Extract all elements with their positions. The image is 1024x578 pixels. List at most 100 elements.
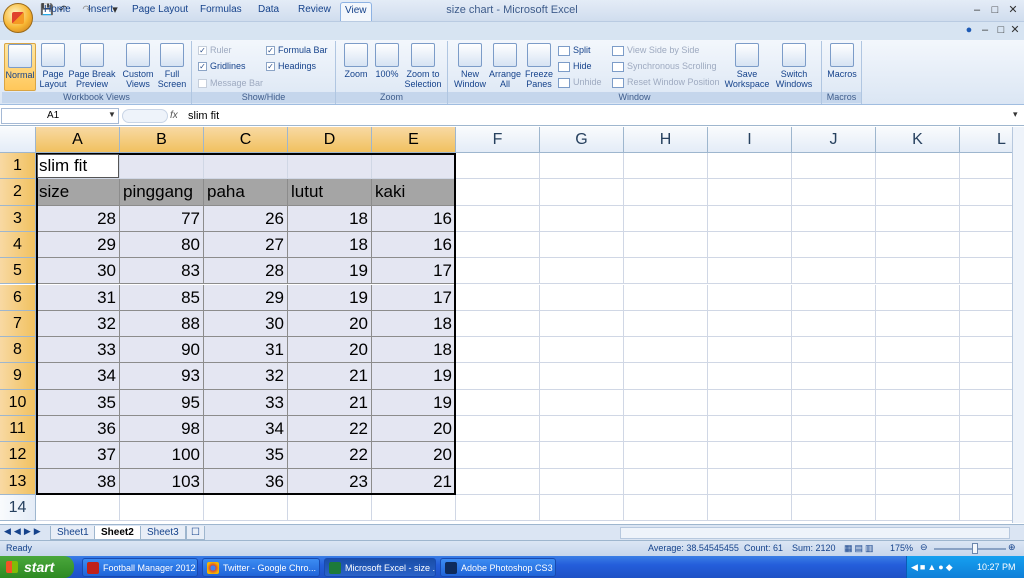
data-cell[interactable]: 22 [288,442,372,469]
cell[interactable] [456,205,540,232]
cell[interactable] [708,468,792,495]
data-cell[interactable]: 83 [120,258,204,285]
column-header-g[interactable]: G [540,127,624,153]
task-chrome[interactable]: Twitter - Google Chro... [202,558,320,577]
cell[interactable] [876,442,960,469]
cell[interactable] [708,494,792,522]
cell[interactable] [456,284,540,311]
cell[interactable] [792,231,876,259]
data-cell[interactable]: 22 [288,416,372,443]
cell[interactable] [204,153,288,180]
tab-data[interactable]: Data [254,2,283,18]
data-cell[interactable]: 29 [36,231,120,259]
freeze-panes-button[interactable]: Freeze Panes [522,43,556,91]
cell[interactable] [876,310,960,338]
cell[interactable] [540,258,624,285]
data-cell[interactable]: 21 [288,363,372,390]
unhide-button[interactable]: Unhide [558,75,602,89]
cell[interactable] [456,442,540,469]
row-header-12[interactable]: 12 [0,442,36,469]
column-header-e[interactable]: E [372,127,456,153]
cell[interactable] [624,442,708,469]
column-header-d[interactable]: D [288,127,372,153]
tab-review[interactable]: Review [294,2,335,18]
message-bar-checkbox[interactable]: Message Bar [198,77,263,90]
data-cell[interactable]: 21 [288,389,372,416]
cell[interactable] [960,206,1012,232]
cell[interactable] [540,442,624,469]
new-window-button[interactable]: New Window [452,43,488,91]
cell[interactable] [960,390,1012,416]
ruler-checkbox[interactable]: ✓ Ruler [198,44,232,57]
page-layout-view-button[interactable]: Page Layout [38,43,68,91]
cell[interactable] [876,389,960,416]
cell[interactable] [540,389,624,416]
column-header-k[interactable]: K [876,127,960,153]
insert-function-button[interactable]: fx [170,108,184,124]
data-cell[interactable]: 16 [372,231,456,259]
cell[interactable] [540,231,624,259]
cell[interactable] [960,179,1012,206]
tab-formulas[interactable]: Formulas [196,2,246,18]
data-cell[interactable]: 30 [36,258,120,285]
cell[interactable] [876,468,960,495]
data-cell[interactable]: 20 [372,416,456,443]
data-cell[interactable]: 27 [204,231,288,259]
cell[interactable] [792,389,876,416]
cell[interactable] [792,442,876,469]
cell[interactable] [708,363,792,390]
cell[interactable] [708,205,792,232]
name-box-dropdown-icon[interactable]: ▼ [108,110,116,119]
cell[interactable] [708,416,792,443]
data-cell[interactable]: 34 [36,363,120,390]
cell[interactable] [792,310,876,338]
row-header-4[interactable]: 4 [0,231,36,259]
data-cell[interactable]: 18 [372,310,456,338]
cell[interactable] [624,153,708,180]
cell[interactable] [624,363,708,390]
data-cell[interactable]: 17 [372,284,456,311]
zoom-100-button[interactable]: 100% [372,43,402,91]
data-cell[interactable]: 28 [36,205,120,232]
row-header-3[interactable]: 3 [0,205,36,232]
cell[interactable] [456,310,540,338]
vertical-scrollbar[interactable] [1012,127,1024,523]
cell[interactable] [624,389,708,416]
data-cell[interactable]: 29 [204,284,288,311]
name-box[interactable]: A1 [1,108,119,124]
minimize-icon[interactable]: – [968,2,986,18]
row-header-11[interactable]: 11 [0,416,36,443]
custom-views-button[interactable]: Custom Views [120,43,156,91]
cell[interactable] [792,258,876,285]
column-header-c[interactable]: C [204,127,288,153]
save-workspace-button[interactable]: Save Workspace [724,43,770,91]
cell[interactable] [540,284,624,311]
row-header-1[interactable]: 1 [0,153,36,180]
full-screen-button[interactable]: Full Screen [156,43,188,91]
cell[interactable] [624,205,708,232]
cell[interactable] [624,284,708,311]
column-header-b[interactable]: B [120,127,204,153]
column-header-l[interactable]: L [960,127,1012,153]
formula-bar-splitter[interactable] [122,109,168,123]
page-break-preview-button[interactable]: Page Break Preview [68,43,116,91]
data-cell[interactable]: 20 [288,310,372,338]
tab-insert[interactable]: Insert [84,2,117,18]
cell[interactable] [456,153,540,180]
cell[interactable] [456,468,540,495]
cell[interactable] [960,442,1012,469]
cell[interactable] [792,153,876,180]
task-photoshop[interactable]: Adobe Photoshop CS3 [440,558,556,577]
cell[interactable] [708,231,792,259]
cell[interactable] [792,205,876,232]
cell[interactable] [624,416,708,443]
row-header-7[interactable]: 7 [0,310,36,338]
cell[interactable] [624,231,708,259]
view-buttons-icon[interactable]: ▦▤▥ [844,543,876,554]
cell[interactable] [960,153,1012,180]
tab-view[interactable]: View [340,2,372,21]
formula-bar-checkbox[interactable]: ✓ Formula Bar [266,44,328,57]
data-cell[interactable]: 30 [204,310,288,338]
data-cell[interactable]: 37 [36,442,120,469]
cell[interactable] [120,153,204,180]
